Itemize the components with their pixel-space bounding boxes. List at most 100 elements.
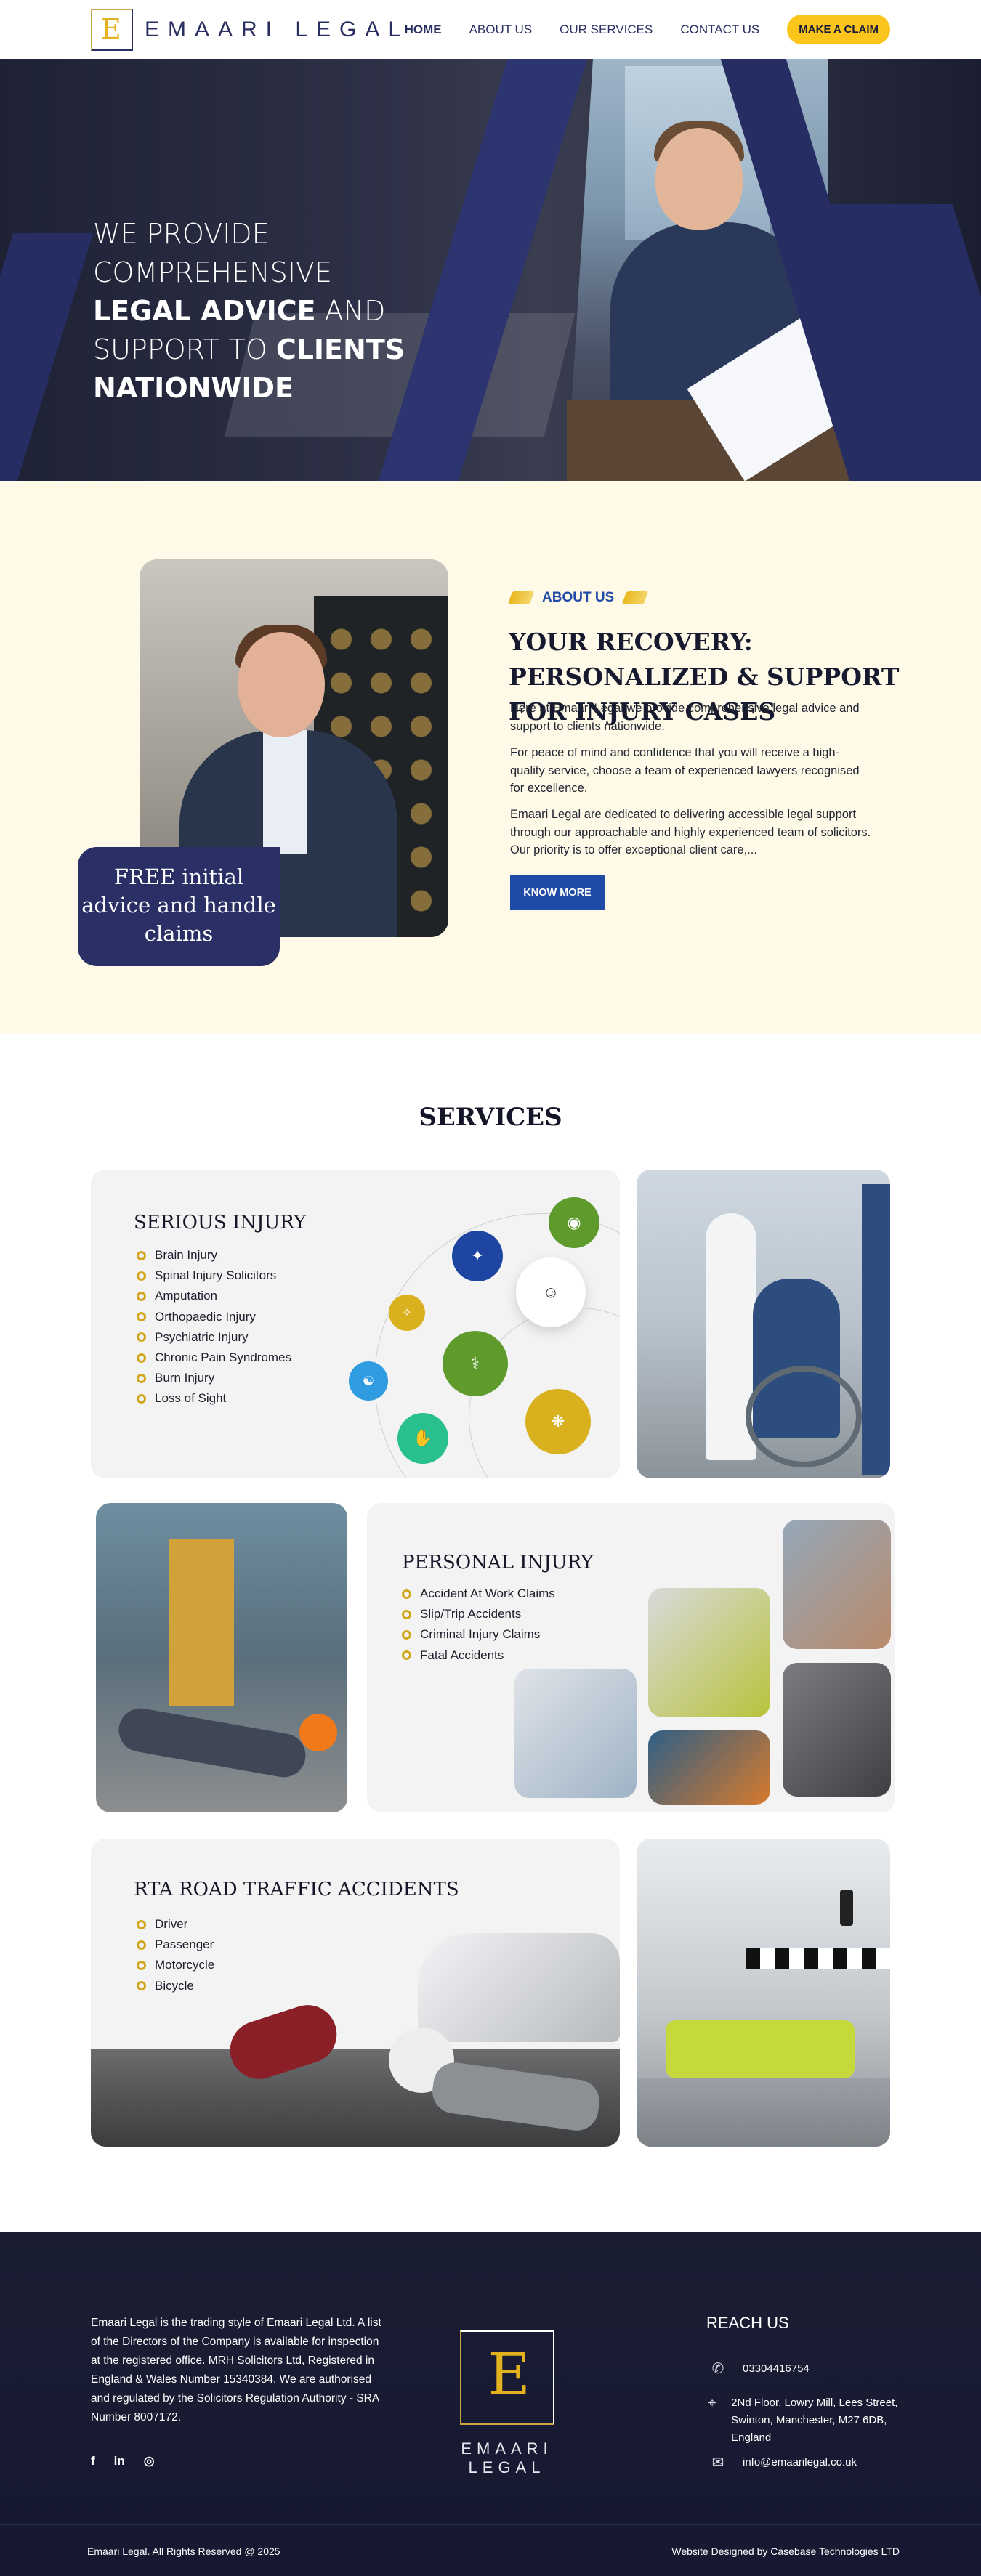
free-advice-badge: FREE initial advice and handle claims <box>78 847 280 966</box>
reach-us-title: REACH US <box>706 2314 789 2332</box>
serious-injury-item[interactable]: Spinal Injury Solicitors <box>137 1265 291 1286</box>
personal-injury-item[interactable]: Slip/Trip Accidents <box>402 1604 555 1624</box>
serious-injury-item[interactable]: Chronic Pain Syndromes <box>137 1348 291 1368</box>
serious-injury-item[interactable]: Loss of Sight <box>137 1388 291 1409</box>
about-paragraph: Here at Emaari Legal we provide comprehe… <box>510 702 860 733</box>
personal-injury-title: PERSONAL INJURY <box>402 1552 594 1573</box>
designer-credit[interactable]: Website Designed by Casebase Technologie… <box>671 2545 900 2557</box>
traffic-light-shape <box>840 1890 853 1926</box>
personal-injury-card[interactable]: PERSONAL INJURY Accident At Work Claims S… <box>367 1503 895 1812</box>
serious-injury-item-label: Spinal Injury Solicitors <box>155 1268 277 1283</box>
social-links: f in ◎ <box>91 2454 155 2468</box>
linkedin-icon[interactable]: in <box>114 2454 125 2468</box>
nav-home[interactable]: HOME <box>405 23 442 37</box>
road-surface <box>637 2078 890 2147</box>
hero-line-bold: CLIENTS <box>275 333 405 365</box>
main-nav: HOME ABOUT US OUR SERVICES CONTACT US MA… <box>405 15 890 44</box>
bullet-circle-icon <box>137 1250 146 1260</box>
hero-decor-stripe <box>0 233 94 481</box>
personal-injury-item-label: Slip/Trip Accidents <box>420 1607 522 1621</box>
about-paragraph: Emaari Legal are dedicated to delivering… <box>510 808 871 856</box>
bullet-circle-icon <box>137 1940 146 1950</box>
site-logo[interactable]: E EMAARI LEGAL <box>91 7 409 52</box>
about-section: FREE initial advice and handle claims AB… <box>0 481 981 1034</box>
serious-injury-item[interactable]: Amputation <box>137 1286 291 1306</box>
rta-item[interactable]: Passenger <box>137 1935 214 1955</box>
know-more-button[interactable]: KNOW MORE <box>510 875 605 910</box>
brain-icon: ✦ <box>452 1231 503 1281</box>
serious-injury-item-label: Brain Injury <box>155 1248 217 1262</box>
serious-injury-card[interactable]: SERIOUS INJURY Brain Injury Spinal Injury… <box>91 1170 620 1478</box>
personal-injury-item-label: Criminal Injury Claims <box>420 1627 541 1642</box>
footer-logo-letter: E <box>488 2341 530 2408</box>
make-a-claim-button[interactable]: MAKE A CLAIM <box>787 15 890 44</box>
eye-icon: ◉ <box>549 1197 600 1248</box>
serious-injury-item[interactable]: Psychiatric Injury <box>137 1327 291 1348</box>
legs-amputation-icon: ⚕ <box>443 1331 508 1396</box>
personal-injury-item[interactable]: Criminal Injury Claims <box>402 1624 555 1645</box>
logo-wordmark: EMAARI LEGAL <box>145 17 410 41</box>
hero-headline: WE PROVIDE COMPREHENSIVE LEGAL ADVICE AN… <box>93 215 427 408</box>
bullet-circle-icon <box>402 1650 411 1661</box>
instagram-icon[interactable]: ◎ <box>144 2454 155 2468</box>
hero-line: SUPPORT TO <box>93 333 276 365</box>
footer-company-info: Emaari Legal is the trading style of Ema… <box>91 2317 382 2423</box>
rta-item[interactable]: Driver <box>137 1914 214 1935</box>
claim-form-photo <box>514 1669 637 1798</box>
facebook-icon[interactable]: f <box>91 2454 95 2468</box>
joint-icon: ✧ <box>389 1295 425 1331</box>
footer-phone[interactable]: ✆ 03304416754 <box>706 2360 810 2378</box>
hero-line: AND <box>315 295 386 327</box>
footer-logo-mark: E <box>459 2330 554 2425</box>
bullet-circle-icon <box>137 1919 146 1929</box>
rta-title: RTA ROAD TRAFFIC ACCIDENTS <box>134 1879 459 1900</box>
site-header: E EMAARI LEGAL HOME ABOUT US OUR SERVICE… <box>0 0 981 59</box>
serious-injury-item-label: Burn Injury <box>155 1371 215 1385</box>
about-paragraph: For peace of mind and confidence that yo… <box>510 746 860 795</box>
footer-email[interactable]: ✉ info@emaarilegal.co.uk <box>706 2454 857 2471</box>
kicker-bar-icon <box>507 591 535 604</box>
workplace-accident-photo <box>96 1503 347 1812</box>
logo-letter: E <box>101 13 121 45</box>
hard-hat-shape <box>299 1714 337 1751</box>
paramedics-photo <box>783 1520 891 1649</box>
serious-injury-item[interactable]: Orthopaedic Injury <box>137 1307 291 1327</box>
chevron-sign-shape <box>746 1948 890 1969</box>
location-pin-icon: ⌖ <box>708 2395 716 2411</box>
bullet-circle-icon <box>402 1609 411 1619</box>
footer-logo[interactable]: E EMAARI LEGAL <box>425 2330 589 2477</box>
emergency-crew-shape <box>666 2020 855 2078</box>
bullet-circle-icon <box>137 1394 146 1404</box>
bullet-circle-icon <box>137 1292 146 1301</box>
serious-injury-item-label: Psychiatric Injury <box>155 1329 249 1344</box>
phone-number: 03304416754 <box>743 2362 810 2375</box>
personal-injury-item-label: Accident At Work Claims <box>420 1587 555 1600</box>
forklift-shape <box>169 1539 234 1706</box>
personal-injury-item[interactable]: Accident At Work Claims <box>402 1584 555 1604</box>
logo-mark: E <box>91 9 133 51</box>
copyright-text: Emaari Legal. All Rights Reserved @ 2025 <box>87 2545 280 2557</box>
personal-injury-list: Accident At Work Claims Slip/Trip Acciden… <box>402 1584 555 1666</box>
nav-about-us[interactable]: ABOUT US <box>469 23 533 37</box>
nav-our-services[interactable]: OUR SERVICES <box>560 23 653 37</box>
personal-injury-item[interactable]: Fatal Accidents <box>402 1645 555 1666</box>
bullet-circle-icon <box>137 1961 146 1970</box>
personal-injury-item-label: Fatal Accidents <box>420 1648 504 1662</box>
rta-item[interactable]: Motorcycle <box>137 1955 214 1975</box>
rta-card[interactable]: RTA ROAD TRAFFIC ACCIDENTS Driver Passeng… <box>91 1839 620 2147</box>
site-footer: Emaari Legal is the trading style of Ema… <box>0 2232 981 2524</box>
nav-contact-us[interactable]: CONTACT US <box>680 23 759 37</box>
serious-injury-item[interactable]: Burn Injury <box>137 1368 291 1388</box>
rta-item[interactable]: Bicycle <box>137 1976 214 1996</box>
about-photo-shirt <box>263 730 307 854</box>
serious-injury-list: Brain Injury Spinal Injury Solicitors Ampu… <box>137 1245 291 1409</box>
road-accident-scene-photo <box>637 1839 890 2147</box>
psychiatry-icon: ☯ <box>349 1361 388 1401</box>
hero-line: WE PROVIDE <box>93 218 270 250</box>
kicker-bar-icon <box>621 591 649 604</box>
bullet-circle-icon <box>402 1630 411 1640</box>
about-photo-face <box>238 632 325 737</box>
nurse-figure <box>862 1184 890 1475</box>
serious-injury-item[interactable]: Brain Injury <box>137 1245 291 1265</box>
footer-logo-wordmark: EMAARI LEGAL <box>461 2439 553 2476</box>
